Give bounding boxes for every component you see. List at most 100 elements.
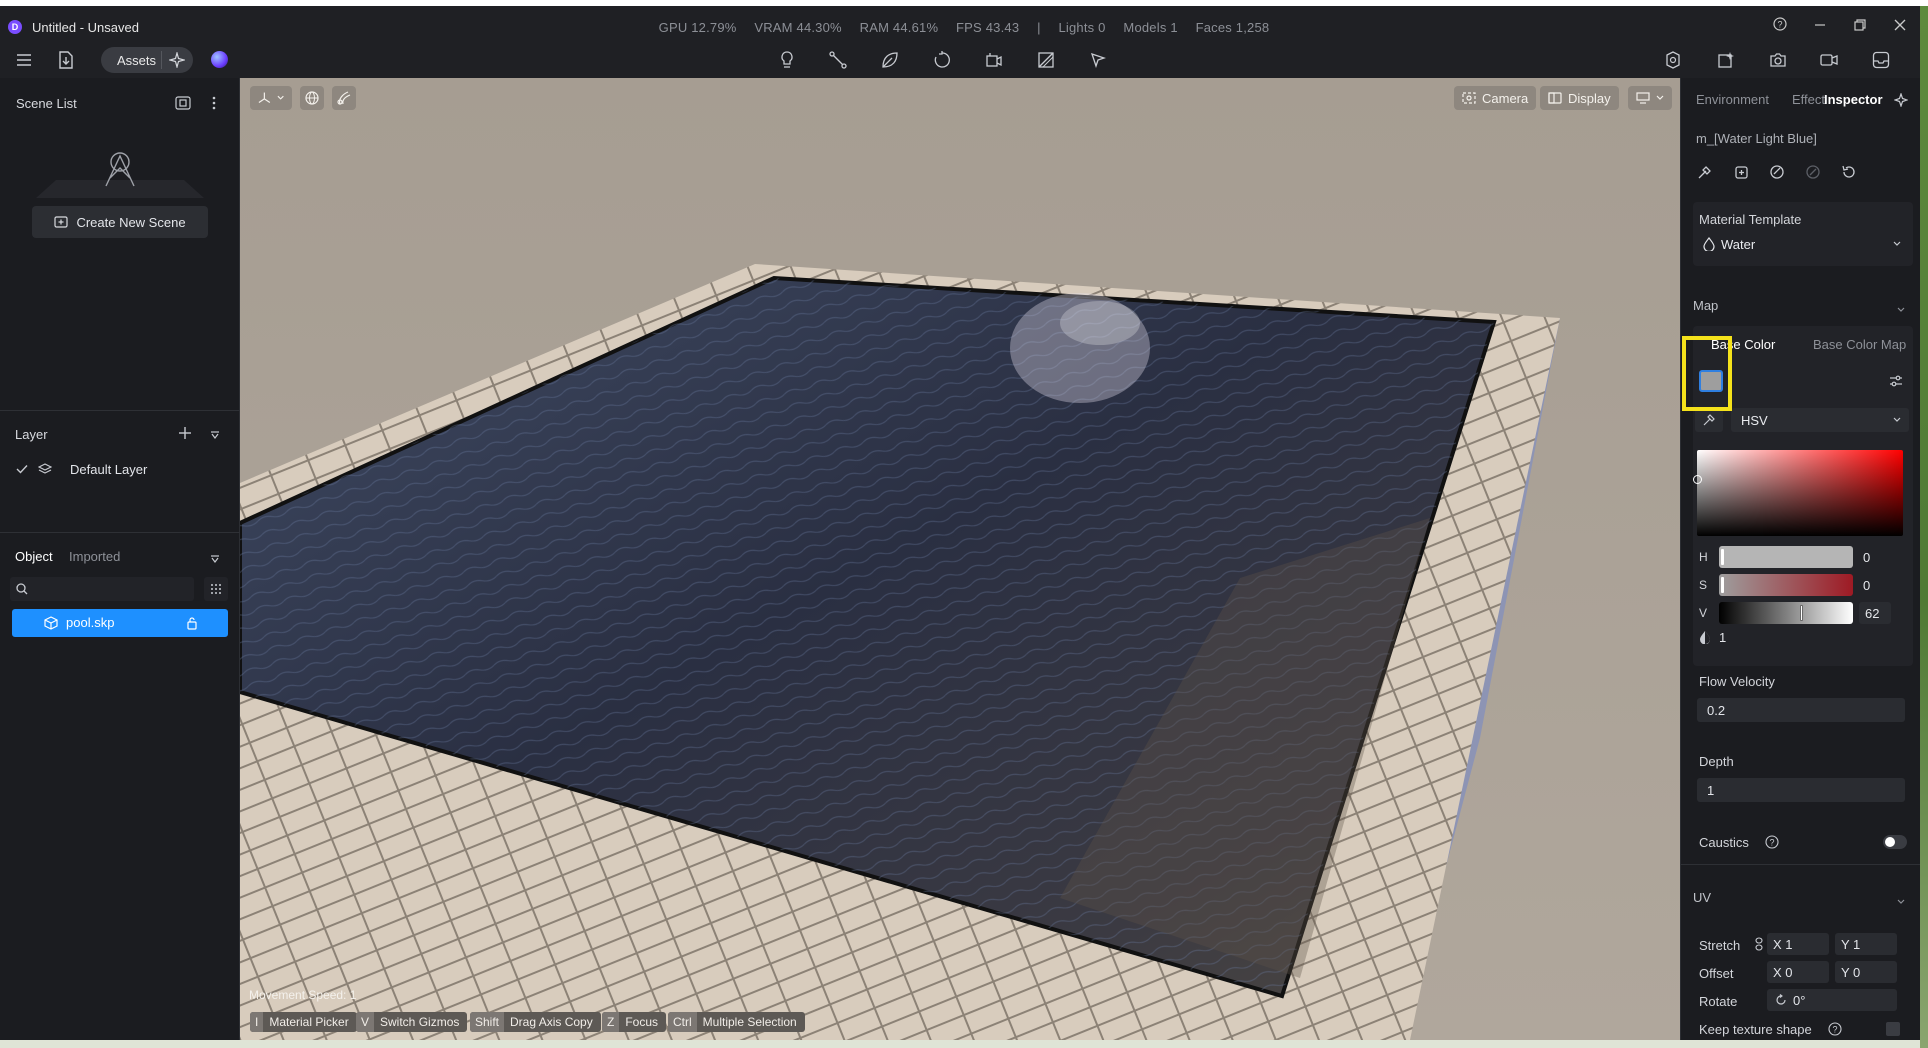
ai-sparkle-icon[interactable]	[167, 50, 187, 71]
video-icon[interactable]	[980, 46, 1008, 74]
keep-shape-help-icon[interactable]: ?	[1828, 1022, 1842, 1039]
filter-layer-icon[interactable]	[210, 428, 220, 443]
help-icon[interactable]: ?	[1768, 16, 1792, 36]
close-icon[interactable]	[1888, 16, 1912, 36]
rotate-input[interactable]: 0°	[1767, 989, 1897, 1011]
adjust-settings-icon[interactable]	[1889, 375, 1903, 390]
menu-icon[interactable]	[10, 46, 38, 74]
opacity-icon	[1699, 630, 1711, 647]
filter-objects-icon[interactable]	[210, 552, 220, 567]
duplicate-material-icon[interactable]	[1733, 164, 1749, 183]
value-slider-handle[interactable]	[1800, 605, 1803, 621]
inspector-panel: Environment Effect Inspector m_[Water Li…	[1680, 78, 1921, 1040]
camera-icon[interactable]	[1764, 46, 1792, 74]
material-template-card: Material Template Water	[1693, 202, 1913, 266]
keep-shape-checkbox[interactable]	[1886, 1022, 1900, 1036]
eyedropper-icon[interactable]	[1695, 408, 1723, 432]
add-layer-icon[interactable]	[178, 426, 192, 443]
tab-environment[interactable]: Environment	[1696, 92, 1769, 107]
import-icon[interactable]	[52, 46, 80, 74]
tab-object[interactable]: Object	[15, 549, 53, 564]
hue-value[interactable]: 0	[1863, 546, 1891, 568]
section-icon[interactable]	[1032, 46, 1060, 74]
scene-capture-icon[interactable]	[175, 96, 191, 113]
uv-section-title: UV	[1693, 890, 1712, 905]
layer-title: Layer	[15, 427, 48, 442]
clear-material-icon	[1805, 164, 1821, 183]
opacity-value[interactable]: 1	[1719, 630, 1726, 645]
more-options-icon[interactable]	[212, 96, 216, 113]
snap-toggle[interactable]	[332, 86, 356, 110]
object-item-pool[interactable]: pool.skp	[12, 609, 228, 637]
desktop-taskbar-edge	[0, 1040, 1920, 1048]
display-button[interactable]: Display	[1540, 86, 1619, 110]
tab-base-color-map[interactable]: Base Color Map	[1813, 337, 1906, 352]
saturation-value-picker[interactable]	[1693, 450, 1903, 536]
minimize-icon[interactable]	[1808, 16, 1832, 36]
grid-view-icon[interactable]	[204, 577, 228, 601]
tab-imported[interactable]: Imported	[69, 549, 120, 564]
caustics-help-icon[interactable]: ?	[1765, 835, 1779, 852]
faces-stat: Faces 1,258	[1195, 20, 1270, 35]
material-picker-icon[interactable]	[1697, 164, 1713, 183]
tab-effect[interactable]: Effect	[1792, 92, 1825, 107]
replace-material-icon[interactable]	[1769, 164, 1785, 183]
fps-stat: FPS 43.43	[956, 20, 1020, 35]
view-layout-dropdown[interactable]	[1628, 86, 1672, 110]
video-record-icon[interactable]	[1815, 46, 1843, 74]
offset-x-input[interactable]: X 0	[1767, 961, 1829, 983]
rotate-icon[interactable]	[928, 46, 956, 74]
color-mode-select[interactable]: HSV	[1731, 408, 1909, 432]
layer-item-default[interactable]: Default Layer	[16, 459, 226, 479]
path-icon[interactable]	[824, 46, 852, 74]
reset-icon[interactable]	[1841, 164, 1857, 183]
ai-orb-icon[interactable]	[211, 51, 228, 68]
create-new-scene-button[interactable]: Create New Scene	[32, 206, 208, 238]
flow-velocity-input[interactable]: 0.2	[1697, 698, 1905, 722]
hue-slider-handle[interactable]	[1721, 549, 1724, 565]
value-value[interactable]: 62	[1859, 602, 1891, 624]
leaf-icon[interactable]	[876, 46, 904, 74]
offset-y-input[interactable]: Y 0	[1835, 961, 1897, 983]
keep-texture-shape-label: Keep texture shape	[1699, 1022, 1812, 1037]
render-icon[interactable]	[1659, 46, 1687, 74]
link-icon[interactable]	[1754, 937, 1764, 954]
restore-icon[interactable]	[1848, 16, 1872, 36]
assets-toggle[interactable]: Assets	[101, 47, 193, 73]
value-slider[interactable]	[1719, 602, 1853, 624]
scene-list-title: Scene List	[16, 96, 77, 111]
3d-viewport[interactable]: Camera Display Movement Speed: 1 I Materi…	[240, 78, 1680, 1040]
saturation-value[interactable]: 0	[1863, 574, 1891, 596]
caustics-toggle[interactable]	[1883, 835, 1907, 849]
axis-icon	[258, 92, 271, 104]
chevron-down-icon[interactable]	[1897, 301, 1905, 316]
transform-mode-dropdown[interactable]	[250, 86, 292, 110]
light-icon[interactable]	[773, 46, 801, 74]
assets-divider	[161, 51, 162, 69]
hint-key: Z	[602, 1012, 620, 1032]
inbox-icon[interactable]	[1867, 46, 1895, 74]
desktop-background-edge	[1920, 0, 1928, 1048]
saturation-slider[interactable]	[1719, 574, 1853, 596]
color-picker-handle[interactable]	[1693, 475, 1702, 484]
stretch-x-input[interactable]: X 1	[1767, 933, 1829, 955]
chevron-down-icon[interactable]	[1897, 893, 1905, 908]
lock-icon[interactable]	[186, 616, 198, 630]
pin-panel-icon[interactable]	[1893, 92, 1909, 110]
world-space-toggle[interactable]	[300, 86, 324, 110]
object-search-input[interactable]	[10, 577, 194, 601]
check-icon[interactable]	[16, 464, 28, 474]
flow-velocity-label: Flow Velocity	[1699, 674, 1775, 689]
hint-text: Multiple Selection	[702, 1015, 797, 1029]
hue-slider[interactable]	[1719, 546, 1853, 568]
measure-icon[interactable]	[1084, 46, 1112, 74]
globe-icon	[305, 91, 319, 105]
enhance-icon[interactable]	[1712, 46, 1740, 74]
saturation-slider-handle[interactable]	[1721, 577, 1724, 593]
depth-input[interactable]: 1	[1697, 778, 1905, 802]
stretch-y-input[interactable]: Y 1	[1835, 933, 1897, 955]
magnet-icon	[337, 91, 351, 105]
camera-button[interactable]: Camera	[1454, 86, 1537, 110]
tab-inspector[interactable]: Inspector	[1824, 92, 1883, 107]
material-template-select[interactable]: Water	[1697, 232, 1909, 256]
